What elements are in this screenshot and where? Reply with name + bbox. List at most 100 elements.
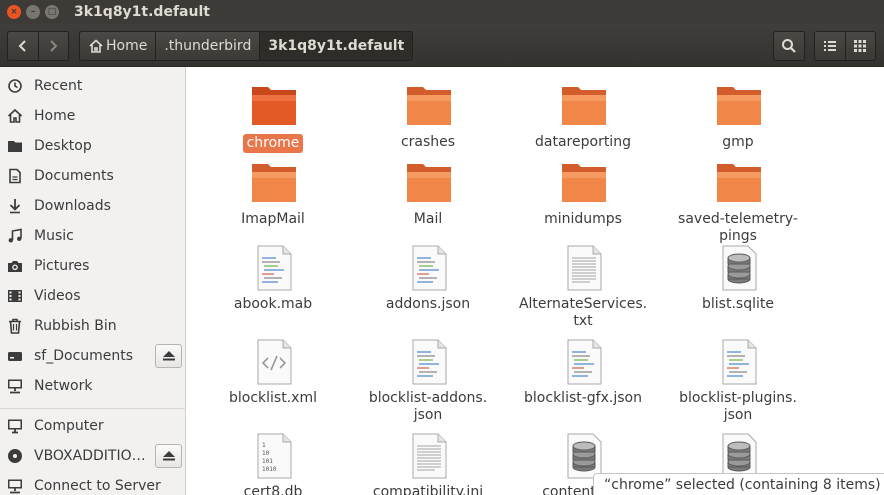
file-label: chrome [198, 134, 348, 153]
folder-icon [717, 87, 761, 125]
toolbar: Home .thunderbird 3k1q8y1t.default [0, 24, 884, 67]
sidebar-item-label: sf_Documents [34, 348, 134, 364]
home-icon [89, 39, 103, 53]
file-item-datareporting[interactable]: datareporting [508, 77, 658, 150]
music-icon [7, 228, 23, 244]
clock-icon [7, 78, 23, 94]
file-label: Mail [413, 211, 443, 227]
file-item-blist-sqlite[interactable]: blist.sqlite [663, 239, 813, 329]
file-item-blocklist-addons-json[interactable]: blocklist-addons. json [353, 333, 503, 423]
sidebar-item-network[interactable]: Network [0, 371, 186, 401]
breadcrumb-home[interactable]: Home [80, 32, 155, 60]
close-window-button[interactable]: × [7, 5, 21, 19]
list-view-button[interactable] [815, 32, 845, 60]
close-icon: × [10, 6, 18, 17]
home-icon [7, 108, 23, 124]
eject-button[interactable] [155, 444, 182, 468]
network-icon [7, 378, 23, 394]
file-item-mail[interactable]: Mail [353, 154, 503, 234]
breadcrumb-label: 3k1q8y1t.default [268, 38, 405, 54]
text-file-icon [722, 339, 757, 385]
sidebar-item-music[interactable]: Music [0, 221, 186, 251]
svg-text:101: 101 [262, 458, 273, 465]
file-item-alternateservices-txt[interactable]: AlternateServices. txt [508, 239, 658, 329]
sidebar-item-recent[interactable]: Recent [0, 71, 186, 101]
svg-text:10: 10 [262, 450, 270, 457]
sidebar-item-connect-to-server[interactable]: Connect to Server [0, 471, 186, 495]
sidebar-item-videos[interactable]: Videos [0, 281, 186, 311]
forward-button[interactable] [37, 32, 69, 60]
download-icon [7, 198, 23, 214]
sidebar-item-rubbish-bin[interactable]: Rubbish Bin [0, 311, 186, 341]
sidebar-item-label: Rubbish Bin [34, 318, 117, 334]
sidebar-item-vboxadditions[interactable]: VBOXADDITIO… [0, 441, 186, 471]
back-button[interactable] [8, 32, 38, 60]
sidebar-item-label: Desktop [34, 138, 92, 154]
minimize-window-button[interactable]: – [26, 5, 40, 19]
sidebar-item-desktop[interactable]: Desktop [0, 131, 186, 161]
file-label: AlternateServices. txt [518, 296, 648, 329]
sidebar-item-computer[interactable]: Computer [0, 411, 186, 441]
file-item-abook-mab[interactable]: abook.mab [198, 239, 348, 329]
breadcrumb-label: .thunderbird [164, 38, 252, 54]
title-bar: × – □ 3k1q8y1t.default [0, 0, 884, 24]
file-item-imapmail[interactable]: ImapMail [198, 154, 348, 234]
disc-icon [7, 448, 23, 464]
sidebar-item-pictures[interactable]: Pictures [0, 251, 186, 281]
sidebar-item-label: Connect to Server [34, 478, 161, 494]
file-label: blist.sqlite [702, 296, 774, 312]
file-item-blocklist-xml[interactable]: blocklist.xml [198, 333, 348, 423]
window-title: 3k1q8y1t.default [74, 4, 210, 20]
chevron-left-icon [18, 40, 26, 52]
file-label: gmp [722, 134, 754, 150]
navigation-buttons [7, 31, 69, 61]
sidebar-item-label: Network [34, 378, 93, 394]
file-label: addons.json [385, 296, 471, 312]
file-item-blocklist-plugins-json[interactable]: blocklist-plugins. json [663, 333, 813, 423]
sidebar-item-label: Computer [34, 418, 104, 434]
document-icon [7, 168, 23, 184]
file-item-saved-telemetry-pings[interactable]: saved-telemetry-pings [663, 154, 813, 244]
sidebar-item-label: VBOXADDITIO… [34, 448, 146, 464]
desktop-icon [7, 138, 23, 154]
folder-icon [407, 87, 451, 125]
sidebar-item-label: Music [34, 228, 74, 244]
file-item-chrome[interactable]: chrome [198, 77, 348, 153]
video-icon [7, 288, 23, 304]
file-item-compatibility-ini[interactable]: compatibility.ini [353, 427, 503, 495]
breadcrumb-current[interactable]: 3k1q8y1t.default [259, 32, 413, 60]
file-item-addons-json[interactable]: addons.json [353, 239, 503, 329]
sidebar-item-label: Videos [34, 288, 81, 304]
grid-view-icon [854, 40, 867, 52]
sidebar: Recent Home Desktop Documents Downloads … [0, 67, 186, 495]
folder-icon [252, 87, 296, 125]
file-item-cert8-db[interactable]: 1 10 101 1010 cert8.db [198, 427, 348, 495]
list-view-icon [823, 41, 836, 51]
file-item-minidumps[interactable]: minidumps [508, 154, 658, 234]
breadcrumb-label: Home [106, 38, 148, 54]
file-label: blocklist-gfx.json [524, 390, 642, 406]
eject-button[interactable] [155, 344, 182, 368]
search-button[interactable] [773, 31, 805, 61]
sidebar-item-home[interactable]: Home [0, 101, 186, 131]
search-icon [782, 39, 796, 53]
xml-file-icon [257, 339, 292, 385]
file-item-crashes[interactable]: crashes [353, 77, 503, 150]
breadcrumb-thunderbird[interactable]: .thunderbird [155, 32, 259, 60]
file-item-gmp[interactable]: gmp [663, 77, 813, 150]
file-label: blocklist.xml [229, 390, 317, 406]
eject-icon [162, 451, 175, 461]
camera-icon [7, 258, 23, 274]
maximize-window-button[interactable]: □ [45, 5, 59, 19]
maximize-icon: □ [47, 6, 57, 17]
sidebar-item-downloads[interactable]: Downloads [0, 191, 186, 221]
sidebar-item-documents[interactable]: Documents [0, 161, 186, 191]
status-bar: “chrome” selected (containing 8 items) [593, 473, 884, 495]
file-grid: chrome crashes datareporting gmp ImapMai… [187, 67, 884, 495]
sidebar-item-sf-documents[interactable]: sf_Documents [0, 341, 186, 371]
file-label: blocklist-plugins. json [679, 390, 797, 423]
sidebar-item-label: Downloads [34, 198, 111, 214]
folder-icon [252, 164, 296, 202]
file-item-blocklist-gfx-json[interactable]: blocklist-gfx.json [508, 333, 658, 423]
grid-view-button[interactable] [844, 32, 876, 60]
